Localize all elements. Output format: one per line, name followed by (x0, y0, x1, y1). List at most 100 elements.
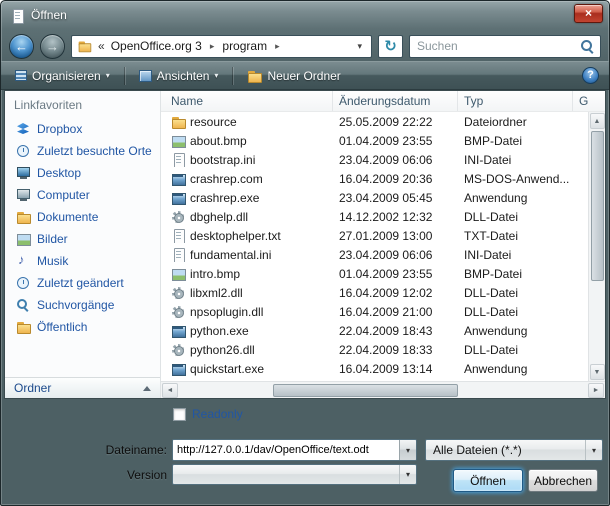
help-icon: ? (587, 69, 594, 81)
table-row[interactable]: about.bmp 01.04.2009 23:55 BMP-Datei (161, 131, 588, 150)
chevron-down-icon: ▾ (106, 71, 110, 80)
horizontal-scrollbar-thumb[interactable] (273, 384, 458, 397)
close-button[interactable]: × (574, 4, 603, 23)
search-input[interactable] (410, 39, 580, 53)
readonly-option[interactable]: Readonly (173, 407, 243, 421)
organize-button[interactable]: Organisieren ▾ (11, 67, 114, 85)
file-name: python26.dll (190, 343, 255, 357)
version-label: Version (51, 468, 167, 482)
breadcrumb-dropdown-icon[interactable]: ▾ (353, 41, 366, 52)
breadcrumb-separator-icon[interactable]: ▸ (205, 41, 220, 52)
file-name: dbghelp.dll (190, 210, 248, 224)
recent-icon (16, 144, 31, 158)
table-row[interactable]: resource 25.05.2009 22:22 Dateiordner (161, 112, 588, 131)
file-type: INI-Datei (458, 153, 573, 167)
toolbar-separator (124, 67, 125, 85)
breadcrumb-separator-icon[interactable]: ▸ (270, 41, 285, 52)
right-arrow-icon: ► (593, 387, 600, 394)
table-row[interactable]: bootstrap.ini 23.04.2009 06:06 INI-Datei (161, 150, 588, 169)
open-dialog-window: Öffnen × ← → « OpenOffice.org 3 ▸ progra… (0, 0, 610, 506)
column-header-type[interactable]: Typ (458, 91, 573, 111)
filetype-select[interactable]: Alle Dateien (*.*) ▾ (425, 439, 603, 461)
sidebar-item[interactable]: Zuletzt geändert (5, 272, 160, 294)
help-button[interactable]: ? (582, 67, 599, 84)
sidebar-item[interactable]: Musik (5, 250, 160, 272)
column-header-date[interactable]: Änderungsdatum (333, 91, 458, 111)
sidebar-item[interactable]: Desktop (5, 162, 160, 184)
back-button[interactable]: ← (9, 34, 34, 59)
search-icon[interactable] (580, 39, 595, 54)
folders-expander[interactable]: Ordner (5, 377, 160, 398)
ini-icon (171, 153, 186, 167)
table-row[interactable]: desktophelper.txt 27.01.2009 13:00 TXT-D… (161, 226, 588, 245)
file-name: npsoplugin.dll (190, 305, 263, 319)
file-name: bootstrap.ini (190, 153, 255, 167)
titlebar[interactable]: Öffnen × (1, 1, 609, 31)
sidebar-item[interactable]: Dokumente (5, 206, 160, 228)
bmp-icon (171, 267, 186, 281)
table-row[interactable]: npsoplugin.dll 16.04.2009 21:00 DLL-Date… (161, 302, 588, 321)
file-name-cell: libxml2.dll (161, 286, 333, 300)
ini-icon (171, 248, 186, 262)
new-folder-button[interactable]: Neuer Ordner (243, 67, 344, 85)
documents-icon (16, 210, 31, 224)
filename-combobox[interactable]: ▾ (172, 439, 417, 461)
sidebar-item[interactable]: Bilder (5, 228, 160, 250)
vertical-scrollbar[interactable]: ▲ ▼ (588, 112, 605, 381)
sidebar-item[interactable]: Computer (5, 184, 160, 206)
table-row[interactable]: quickstart.exe 16.04.2009 13:14 Anwendun… (161, 359, 588, 378)
file-type: BMP-Datei (458, 267, 573, 281)
sidebar-item[interactable]: Dropbox (5, 118, 160, 140)
table-row[interactable]: crashrep.com 16.04.2009 20:36 MS-DOS-Anw… (161, 169, 588, 188)
scroll-right-button[interactable]: ► (588, 383, 604, 398)
readonly-checkbox[interactable] (173, 408, 186, 421)
table-row[interactable]: fundamental.ini 23.04.2009 06:06 INI-Dat… (161, 245, 588, 264)
table-row[interactable]: intro.bmp 01.04.2009 23:55 BMP-Datei (161, 264, 588, 283)
views-button[interactable]: Ansichten ▾ (135, 67, 223, 85)
table-row[interactable]: python.exe 22.04.2009 18:43 Anwendung (161, 321, 588, 340)
file-modified-date: 16.04.2009 21:00 (333, 305, 458, 319)
breadcrumb[interactable]: « OpenOffice.org 3 ▸ program ▸ ▾ (71, 35, 372, 58)
sidebar-item[interactable]: Suchvorgänge (5, 294, 160, 316)
filename-label: Dateiname: (51, 443, 167, 457)
column-header-name[interactable]: Name (161, 91, 333, 111)
file-name: crashrep.exe (190, 191, 259, 205)
open-button[interactable]: Öffnen (453, 469, 523, 492)
favorites-header: Linkfavoriten (5, 91, 160, 118)
sidebar-item[interactable]: Öffentlich (5, 316, 160, 338)
forward-button[interactable]: → (40, 34, 65, 59)
breadcrumb-overflow-chevron[interactable]: « (95, 39, 108, 53)
file-name-cell: intro.bmp (161, 267, 333, 281)
filename-dropdown-button[interactable]: ▾ (399, 440, 416, 460)
vertical-scrollbar-thumb[interactable] (591, 131, 604, 281)
sidebar-item-label: Dokumente (37, 210, 98, 224)
scroll-left-button[interactable]: ◄ (162, 383, 178, 398)
scroll-up-button[interactable]: ▲ (590, 113, 605, 129)
sidebar-item[interactable]: Zuletzt besuchte Orte (5, 140, 160, 162)
version-select[interactable]: ▾ (172, 464, 417, 485)
up-arrow-icon: ▲ (594, 118, 601, 125)
cancel-button[interactable]: Abbrechen (528, 469, 598, 492)
breadcrumb-item-program[interactable]: program (219, 39, 270, 53)
table-row[interactable]: python26.dll 22.04.2009 18:33 DLL-Datei (161, 340, 588, 359)
table-row[interactable]: crashrep.exe 23.04.2009 05:45 Anwendung (161, 188, 588, 207)
file-name-cell: crashrep.exe (161, 191, 333, 205)
file-name-cell: dbghelp.dll (161, 210, 333, 224)
file-name: fundamental.ini (190, 248, 271, 262)
refresh-button[interactable]: ↻ (378, 35, 403, 58)
pictures-icon (16, 232, 31, 246)
breadcrumb-item-openoffice[interactable]: OpenOffice.org 3 (108, 39, 205, 53)
exe-icon (171, 191, 186, 205)
scroll-down-button[interactable]: ▼ (590, 364, 605, 380)
close-icon: × (585, 6, 592, 20)
sidebar-item-label: Zuletzt geändert (37, 276, 124, 290)
file-name-cell: npsoplugin.dll (161, 305, 333, 319)
filename-input[interactable] (173, 440, 399, 460)
table-row[interactable]: dbghelp.dll 14.12.2002 12:32 DLL-Datei (161, 207, 588, 226)
search-box[interactable] (409, 35, 601, 58)
file-type: Dateiordner (458, 115, 573, 129)
table-row[interactable]: libxml2.dll 16.04.2009 12:02 DLL-Datei (161, 283, 588, 302)
column-header-size[interactable]: G (573, 91, 605, 111)
horizontal-scrollbar[interactable]: ◄ ► (161, 381, 605, 398)
file-modified-date: 23.04.2009 05:45 (333, 191, 458, 205)
